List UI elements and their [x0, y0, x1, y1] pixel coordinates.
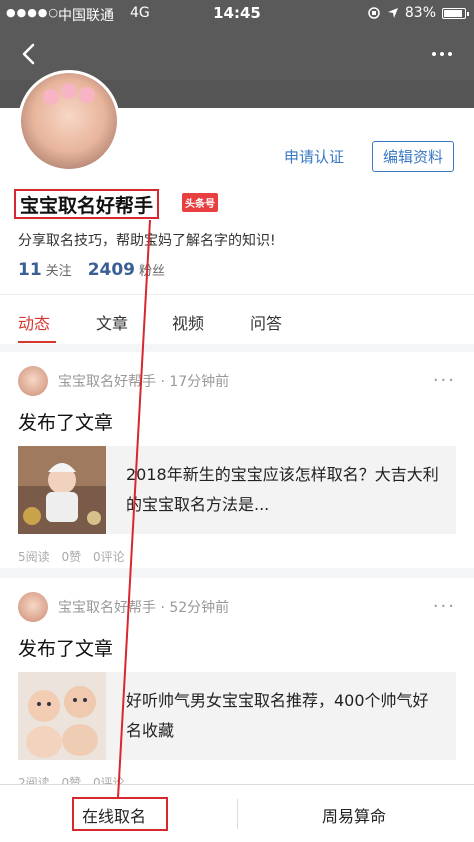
post-header: 宝宝取名好帮手 · 52分钟前	[18, 592, 229, 622]
profile-tabs: 动态 文章 视频 问答	[0, 294, 474, 344]
post-avatar[interactable]	[18, 592, 48, 622]
followers-label[interactable]: 粉丝	[139, 260, 165, 279]
chevron-left-icon[interactable]	[16, 40, 44, 68]
toutiao-badge: 头条号	[182, 193, 218, 212]
article-card[interactable]: 好听帅气男女宝宝取名推荐，400个帅气好名收藏	[18, 672, 456, 760]
tab-articles[interactable]: 文章	[96, 310, 128, 334]
like-count: 0赞	[61, 550, 82, 564]
more-dots-icon[interactable]: ···	[433, 596, 456, 617]
read-count: 5阅读	[18, 550, 50, 564]
rotation-lock-icon	[368, 7, 380, 19]
battery-fill	[444, 9, 463, 17]
profile-stats: 11 关注 2409 粉丝	[18, 260, 181, 280]
flower-decoration	[79, 87, 95, 103]
following-count[interactable]: 11	[18, 260, 42, 280]
online-naming-button[interactable]: 在线取名	[82, 803, 146, 827]
profile-header: 申请认证 编辑资料 宝宝取名好帮手 头条号 分享取名技巧，帮助宝妈了解名字的知识…	[0, 70, 474, 344]
feed-post[interactable]: 宝宝取名好帮手 · 52分钟前 ··· 发布了文章 好听帅气男女宝宝取名推荐，4…	[0, 578, 474, 790]
name-highlight-box: 宝宝取名好帮手	[14, 189, 160, 219]
article-title: 好听帅气男女宝宝取名推荐，400个帅气好名收藏	[126, 691, 429, 740]
post-avatar[interactable]	[18, 366, 48, 396]
flower-decoration	[43, 89, 59, 105]
profile-name: 宝宝取名好帮手	[20, 194, 154, 217]
post-meta: 宝宝取名好帮手 · 52分钟前	[58, 600, 230, 616]
status-bar: ●●●●○ 中国联通 4G 14:45 83%	[0, 0, 474, 28]
tab-videos[interactable]: 视频	[172, 310, 204, 334]
battery-percent: 83%	[404, 5, 436, 21]
zhouyi-fortune-button[interactable]: 周易算命	[322, 803, 386, 827]
bottom-bar: 在线取名 周易算命	[0, 784, 474, 842]
tab-dynamic[interactable]: 动态	[18, 310, 50, 334]
article-thumbnail	[18, 446, 106, 534]
battery-icon	[442, 7, 469, 19]
post-meta: 宝宝取名好帮手 · 17分钟前	[58, 374, 230, 390]
feed-post[interactable]: 宝宝取名好帮手 · 17分钟前 ··· 发布了文章 2018年新生的宝宝应该怎样…	[0, 352, 474, 568]
post-stats: 5阅读 0赞 0评论	[18, 548, 133, 565]
active-tab-indicator	[18, 341, 56, 343]
avatar[interactable]	[18, 70, 120, 172]
article-title: 2018年新生的宝宝应该怎样取名？大吉大利的宝宝取名方法是...	[126, 465, 439, 514]
post-action-text: 发布了文章	[18, 412, 114, 434]
followers-count[interactable]: 2409	[88, 260, 135, 280]
flower-decoration	[61, 83, 77, 99]
apply-verification-button[interactable]: 申请认证	[284, 146, 344, 167]
status-right: 83%	[367, 5, 469, 21]
article-card[interactable]: 2018年新生的宝宝应该怎样取名？大吉大利的宝宝取名方法是...	[18, 446, 456, 534]
following-label[interactable]: 关注	[46, 260, 72, 279]
post-header: 宝宝取名好帮手 · 17分钟前	[18, 366, 229, 396]
edit-profile-button[interactable]: 编辑资料	[371, 141, 454, 172]
profile-bio: 分享取名技巧，帮助宝妈了解名字的知识!	[18, 233, 276, 249]
divider	[237, 799, 238, 829]
article-thumbnail	[18, 672, 106, 760]
location-icon	[387, 8, 398, 18]
tab-qa[interactable]: 问答	[250, 310, 282, 334]
comment-count: 0评论	[92, 550, 125, 564]
more-dots-icon[interactable]: ···	[433, 370, 456, 391]
post-action-text: 发布了文章	[18, 638, 114, 660]
more-dots-icon[interactable]	[428, 40, 456, 68]
